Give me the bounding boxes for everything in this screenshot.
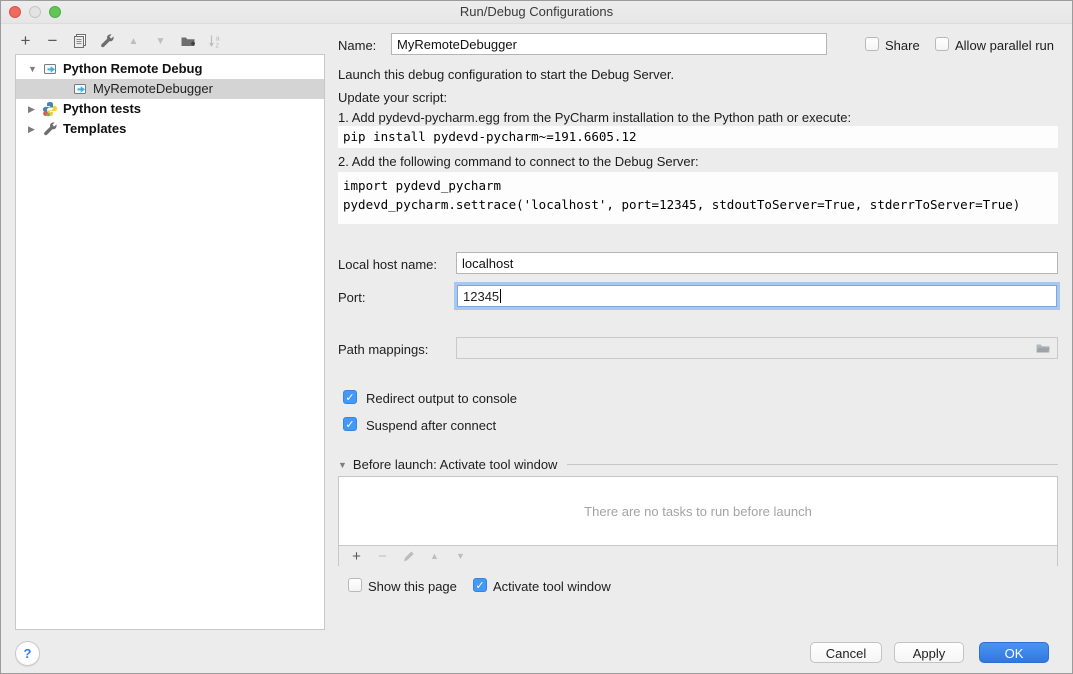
add-task-button[interactable]: + bbox=[348, 548, 365, 564]
add-configuration-button[interactable]: + bbox=[17, 32, 34, 50]
tree-item-myremotedebugger[interactable]: MyRemoteDebugger bbox=[16, 79, 324, 99]
help-button[interactable]: ? bbox=[15, 641, 40, 666]
remove-configuration-button[interactable]: − bbox=[44, 32, 61, 50]
redirect-output-label: Redirect output to console bbox=[366, 391, 517, 407]
sort-configurations-button: a z bbox=[206, 32, 223, 50]
run-debug-configurations-dialog: Run/Debug Configurations + − ▲ ▼ bbox=[0, 0, 1073, 674]
configurations-toolbar: + − ▲ ▼ bbox=[17, 31, 223, 51]
step-2-text: 2. Add the following command to connect … bbox=[338, 154, 699, 170]
share-checkbox[interactable] bbox=[865, 37, 879, 51]
tree-item-templates[interactable]: ▶ Templates bbox=[16, 119, 324, 139]
edit-templates-button[interactable] bbox=[98, 32, 115, 50]
share-label: Share bbox=[885, 38, 920, 54]
chevron-collapsed-icon[interactable]: ▶ bbox=[28, 99, 42, 119]
pencil-icon bbox=[401, 548, 417, 564]
show-this-page-label: Show this page bbox=[368, 579, 457, 595]
before-launch-tasks-panel: There are no tasks to run before launch … bbox=[338, 476, 1058, 566]
window-title: Run/Debug Configurations bbox=[1, 4, 1072, 19]
configurations-tree: ▼ Python Remote Debug MyRemoteDebugger ▶ bbox=[15, 54, 325, 630]
before-launch-header[interactable]: ▼ Before launch: Activate tool window bbox=[338, 457, 1058, 472]
svg-text:z: z bbox=[215, 41, 219, 50]
tasks-toolbar: + − ▲ ▼ bbox=[339, 546, 1057, 566]
edit-task-button bbox=[400, 548, 417, 564]
allow-parallel-run-checkbox[interactable] bbox=[935, 37, 949, 51]
text-caret bbox=[500, 289, 501, 303]
path-mappings-input[interactable] bbox=[456, 337, 1058, 359]
allow-parallel-run-label: Allow parallel run bbox=[955, 38, 1054, 54]
chevron-collapsed-icon[interactable]: ▶ bbox=[28, 119, 42, 139]
wrench-icon bbox=[42, 121, 58, 137]
move-task-down-button: ▼ bbox=[452, 548, 469, 564]
name-input[interactable] bbox=[391, 33, 827, 55]
activate-tool-window-label: Activate tool window bbox=[493, 579, 611, 595]
divider bbox=[567, 464, 1058, 465]
title-bar: Run/Debug Configurations bbox=[1, 1, 1072, 24]
name-label: Name: bbox=[338, 38, 376, 54]
show-this-page-checkbox[interactable] bbox=[348, 578, 362, 592]
wrench-icon bbox=[99, 33, 115, 49]
help-icon: ? bbox=[24, 646, 32, 661]
new-folder-button[interactable] bbox=[179, 32, 196, 50]
tree-item-python-remote-debug[interactable]: ▼ Python Remote Debug bbox=[16, 59, 324, 79]
new-folder-icon bbox=[180, 33, 196, 49]
python-tests-icon bbox=[42, 101, 58, 117]
tree-item-label: Python tests bbox=[63, 99, 141, 119]
empty-tasks-message: There are no tasks to run before launch bbox=[339, 477, 1057, 546]
local-host-name-label: Local host name: bbox=[338, 257, 437, 273]
activate-tool-window-checkbox[interactable] bbox=[473, 578, 487, 592]
copy-configuration-button[interactable] bbox=[71, 32, 88, 50]
ok-button[interactable]: OK bbox=[979, 642, 1049, 663]
redirect-output-checkbox[interactable] bbox=[343, 390, 357, 404]
port-value: 12345 bbox=[463, 289, 499, 304]
copy-icon bbox=[72, 33, 88, 49]
move-up-button: ▲ bbox=[125, 32, 142, 50]
chevron-expanded-icon[interactable]: ▼ bbox=[338, 460, 347, 470]
sort-az-icon: a z bbox=[207, 33, 223, 49]
step-1-text: 1. Add pydevd-pycharm.egg from the PyCha… bbox=[338, 110, 851, 126]
suspend-after-connect-checkbox[interactable] bbox=[343, 417, 357, 431]
before-launch-title: Before launch: Activate tool window bbox=[353, 457, 558, 472]
cancel-button[interactable]: Cancel bbox=[810, 642, 882, 663]
move-task-up-button: ▲ bbox=[426, 548, 443, 564]
tree-item-label: Python Remote Debug bbox=[63, 59, 202, 79]
local-host-name-input[interactable] bbox=[456, 252, 1058, 274]
move-down-button: ▼ bbox=[152, 32, 169, 50]
apply-button[interactable]: Apply bbox=[894, 642, 964, 663]
tree-item-label: Templates bbox=[63, 119, 126, 139]
intro-line-2: Update your script: bbox=[338, 90, 447, 106]
code-line-1: import pydevd_pycharm bbox=[343, 176, 1058, 195]
port-input[interactable]: 12345 bbox=[457, 285, 1057, 307]
tree-item-label: MyRemoteDebugger bbox=[93, 79, 213, 99]
port-label: Port: bbox=[338, 290, 365, 306]
pip-install-code-block: pip install pydevd-pycharm~=191.6605.12 bbox=[338, 126, 1058, 148]
remove-task-button: − bbox=[374, 548, 391, 564]
chevron-expanded-icon[interactable]: ▼ bbox=[28, 59, 42, 79]
browse-folder-icon[interactable] bbox=[1035, 340, 1051, 356]
code-line-2: pydevd_pycharm.settrace('localhost', por… bbox=[343, 195, 1058, 214]
tree-item-python-tests[interactable]: ▶ Python tests bbox=[16, 99, 324, 119]
settrace-code-block: import pydevd_pycharm pydevd_pycharm.set… bbox=[338, 172, 1058, 224]
run-config-icon bbox=[72, 81, 88, 97]
suspend-after-connect-label: Suspend after connect bbox=[366, 418, 496, 434]
path-mappings-label: Path mappings: bbox=[338, 342, 428, 358]
intro-line-1: Launch this debug configuration to start… bbox=[338, 67, 674, 83]
run-config-icon bbox=[42, 61, 58, 77]
